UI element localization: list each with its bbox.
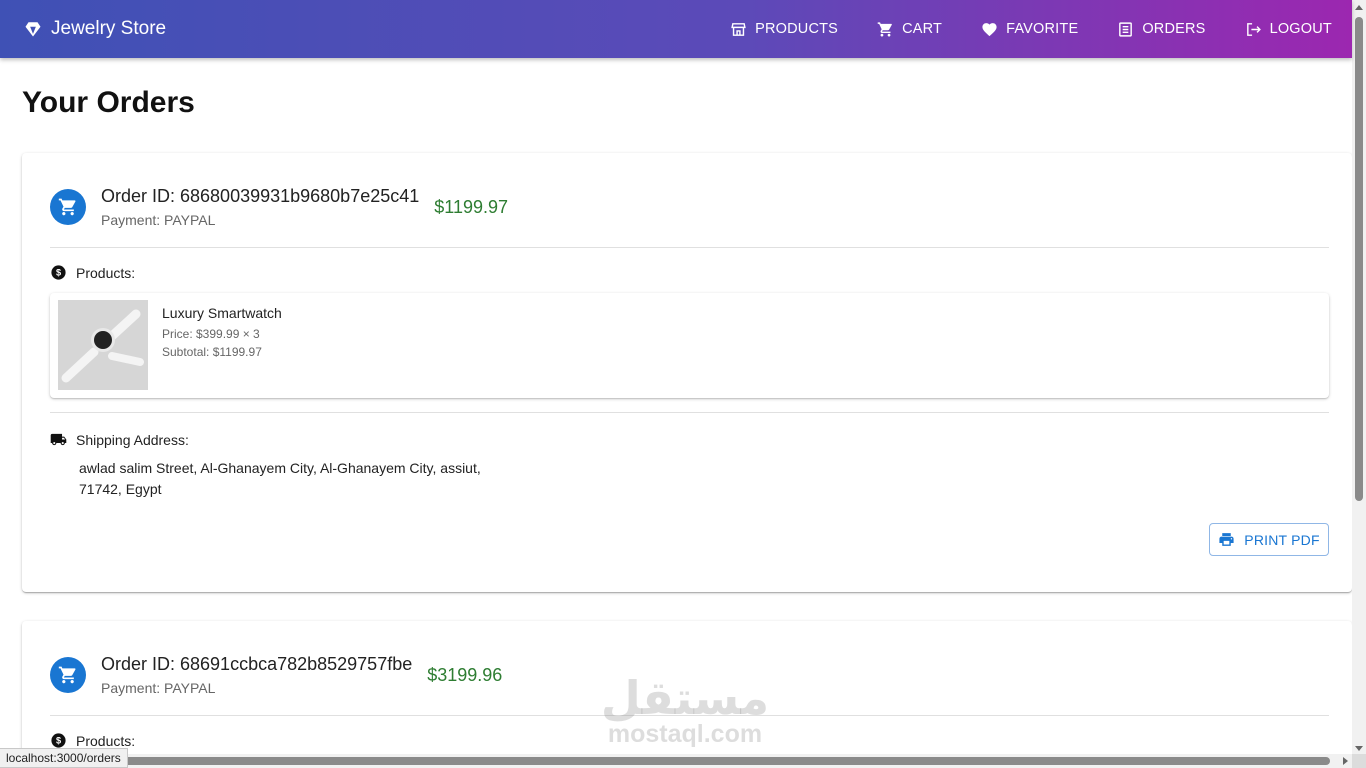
print-pdf-button[interactable]: PRINT PDF [1209, 523, 1329, 556]
payment-method: Payment: PAYPAL [101, 680, 216, 696]
product-item[interactable]: Luxury Smartwatch Price: $399.99 × 3 Sub… [50, 293, 1329, 398]
logout-icon [1246, 22, 1261, 36]
svg-text:$: $ [56, 736, 61, 746]
horizontal-scrollbar[interactable] [0, 754, 1352, 768]
nav-products[interactable]: PRODUCTS [730, 21, 838, 38]
shipping-label: Shipping Address: [76, 431, 189, 448]
truck-icon [50, 433, 67, 446]
nav-cart[interactable]: CART [877, 21, 942, 38]
diamond-icon [25, 22, 41, 37]
payment-method: Payment: PAYPAL [101, 212, 216, 228]
horizontal-scroll-thumb[interactable] [16, 757, 1330, 765]
products-label: Products: [76, 732, 136, 749]
status-bar-url: localhost:3000/orders [0, 748, 128, 768]
dollar-icon: $ [51, 733, 66, 748]
nav-logout[interactable]: LOGOUT [1245, 21, 1332, 38]
svg-text:$: $ [56, 268, 61, 278]
nav-orders-label: ORDERS [1142, 21, 1206, 37]
scrollbar-corner [1352, 754, 1366, 768]
products-label: Products: [76, 264, 136, 281]
shipping-address: awlad salim Street, Al-Ghanayem City, Al… [79, 460, 481, 497]
watermark-arabic: مستقل [600, 671, 770, 725]
scroll-up-icon[interactable] [1355, 5, 1363, 10]
scroll-right-icon[interactable] [1343, 757, 1348, 765]
order-id: Order ID: 68691ccbca782b8529757fbe [101, 654, 413, 674]
page-title: Your Orders [22, 86, 195, 119]
vertical-scrollbar[interactable] [1352, 0, 1366, 768]
nav-cart-label: CART [902, 21, 943, 37]
order-info: Order ID: 68691ccbca782b8529757fbe Payme… [101, 653, 412, 696]
watermark-latin: mostaql.com [607, 720, 763, 748]
nav-orders[interactable]: ORDERS [1117, 21, 1205, 38]
product-price: Price: $399.99 × 3 [162, 327, 260, 341]
nav-favorite-label: FAVORITE [1006, 21, 1079, 37]
main-nav: PRODUCTS CART FAVORITE ORDERS LOGOUT [691, 21, 1332, 38]
divider [50, 412, 1329, 413]
nav-favorite[interactable]: FAVORITE [981, 21, 1078, 38]
shipping-heading: Shipping Address: [50, 431, 189, 448]
printer-icon [1219, 533, 1234, 546]
brand[interactable]: Jewelry Store [24, 18, 166, 40]
app-bar: Jewelry Store PRODUCTS CART FAVORITE ORD… [0, 0, 1352, 58]
products-heading: $ Products: [50, 264, 135, 281]
list-icon [1119, 21, 1133, 37]
product-image [58, 300, 148, 390]
brand-name: Jewelry Store [51, 18, 167, 39]
order-total: $1199.97 [434, 197, 509, 217]
order-header: Order ID: 68680039931b9680b7e25c41 Payme… [50, 185, 508, 228]
order-total: $3199.96 [427, 665, 503, 685]
product-name: Luxury Smartwatch [162, 305, 282, 321]
cart-icon [877, 21, 892, 37]
scroll-down-icon[interactable] [1355, 746, 1363, 751]
product-subtotal: Subtotal: $1199.97 [162, 345, 262, 359]
nav-products-label: PRODUCTS [755, 21, 839, 37]
products-heading: $ Products: [50, 732, 135, 749]
cart-icon [58, 666, 76, 684]
order-info: Order ID: 68680039931b9680b7e25c41 Payme… [101, 185, 419, 228]
avatar [50, 657, 86, 693]
print-pdf-label: PRINT PDF [1244, 531, 1320, 548]
vertical-scroll-thumb[interactable] [1355, 17, 1363, 501]
avatar [50, 189, 86, 225]
divider [50, 247, 1329, 248]
nav-logout-label: LOGOUT [1269, 21, 1332, 37]
order-card: Order ID: 68680039931b9680b7e25c41 Payme… [22, 153, 1352, 592]
order-id: Order ID: 68680039931b9680b7e25c41 [101, 186, 420, 206]
store-icon [731, 22, 746, 36]
order-header: Order ID: 68691ccbca782b8529757fbe Payme… [50, 653, 502, 696]
cart-icon [58, 198, 76, 216]
heart-icon [982, 22, 997, 36]
dollar-icon: $ [51, 265, 66, 280]
watermark: مستقل mostaql.com [600, 675, 770, 747]
